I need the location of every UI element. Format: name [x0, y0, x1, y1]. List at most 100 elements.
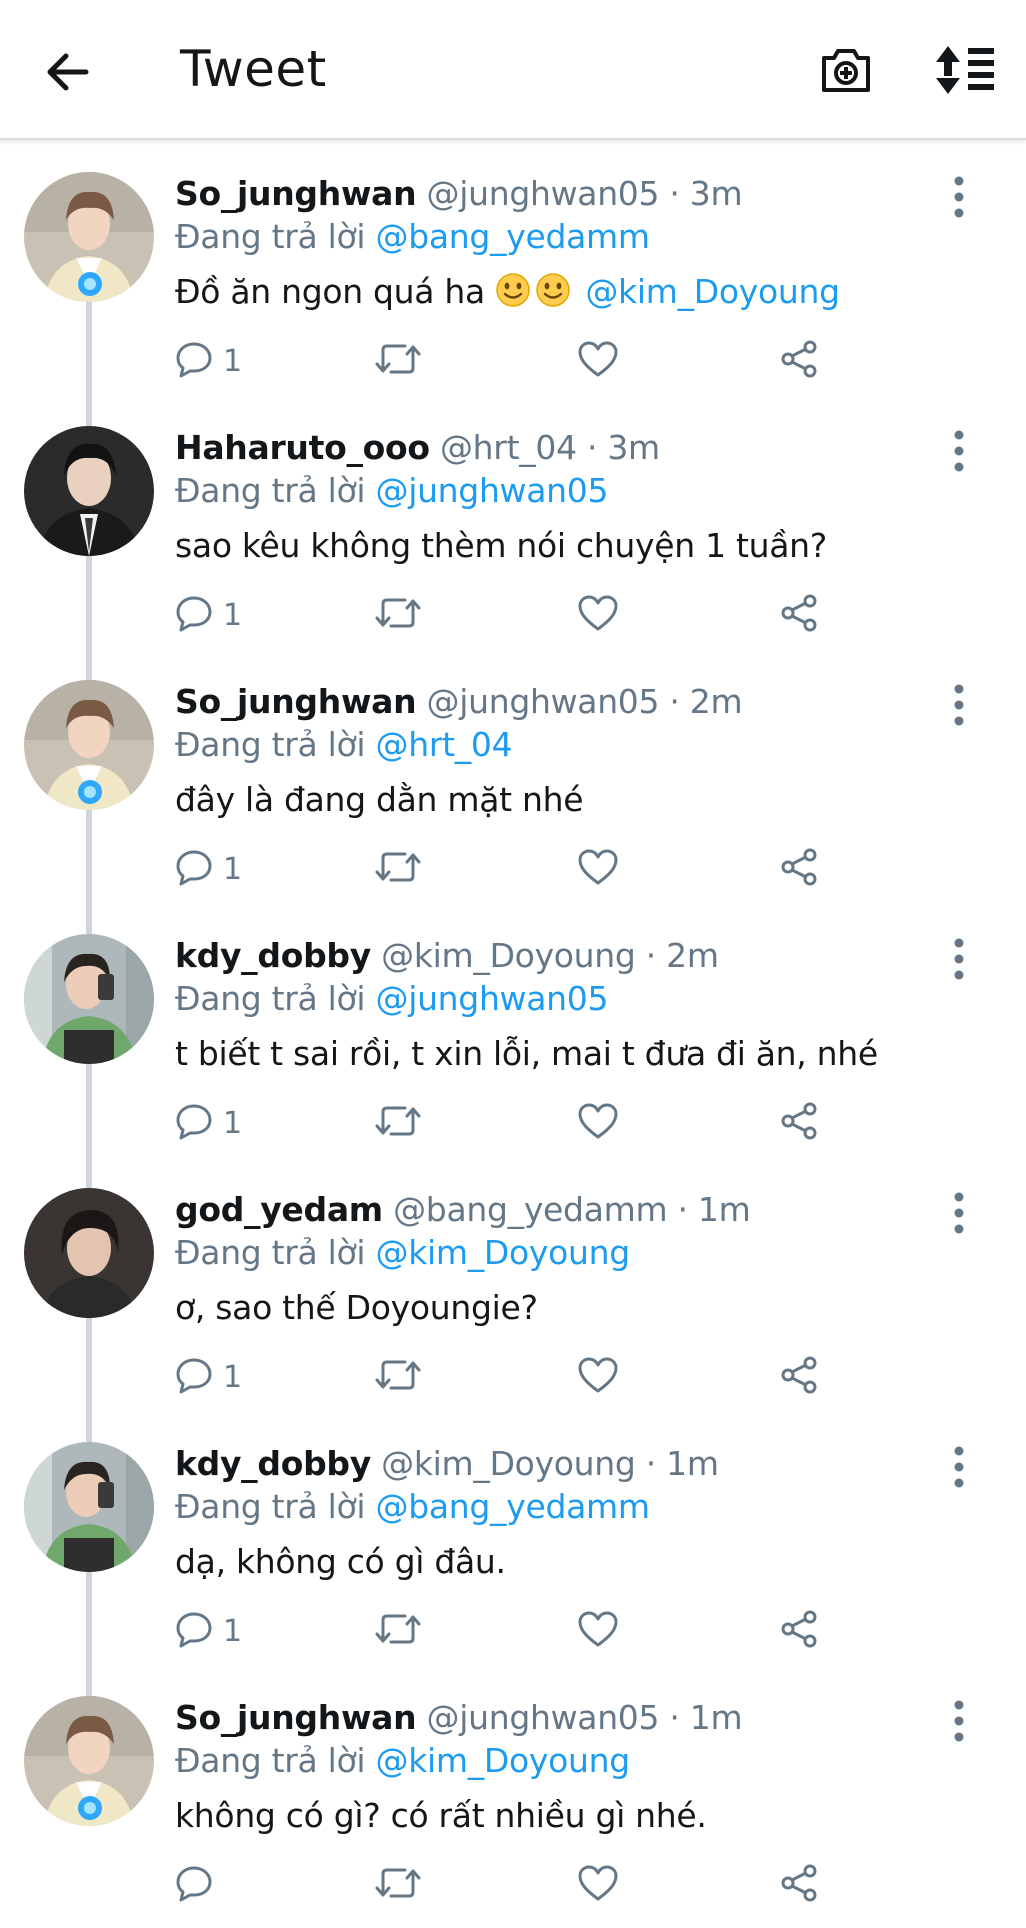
tweet-text: t biết t sai rồi, t xin lỗi, mai t đưa đ… [175, 1032, 935, 1076]
vertical-dots-icon [942, 1446, 976, 1496]
handle-and-time: @kim_Doyoung · 2m [381, 936, 719, 975]
tweet-actions: 1 [175, 1352, 835, 1402]
tweet-actions: 1 [175, 1098, 835, 1148]
reply-button[interactable]: 1 [175, 590, 242, 640]
reply-button[interactable]: 1 [175, 1352, 242, 1402]
avatar[interactable] [24, 172, 154, 302]
slightly-smiling-face-emoji [535, 272, 571, 319]
heart-icon [577, 594, 619, 637]
sort-button[interactable] [934, 44, 996, 96]
tweet-text-content: ơ, sao thế Doyoungie? [175, 1288, 538, 1327]
tweet-item[interactable]: So_junghwan @junghwan05 · 2m Đang trả lời… [0, 658, 1026, 934]
display-name[interactable]: god_yedam [175, 1190, 383, 1229]
more-options-button[interactable] [942, 1696, 976, 1746]
reply-thread: So_junghwan @junghwan05 · 3m Đang trả lời… [0, 150, 1026, 1928]
retweet-button[interactable] [375, 1860, 421, 1910]
tweet-header: So_junghwan @junghwan05 · 3m [175, 172, 935, 216]
reply-button[interactable]: 1 [175, 1606, 242, 1656]
vertical-dots-icon [942, 1700, 976, 1750]
avatar[interactable] [24, 1442, 154, 1572]
more-options-button[interactable] [942, 426, 976, 476]
avatar[interactable] [24, 1188, 154, 1318]
back-button[interactable] [40, 44, 96, 100]
display-name[interactable]: kdy_dobby [175, 936, 371, 975]
like-button[interactable] [577, 1352, 619, 1402]
mention-link[interactable]: @kim_Doyoung [585, 272, 840, 311]
camera-button[interactable] [818, 42, 874, 98]
share-button[interactable] [779, 1606, 819, 1656]
replying-to: Đang trả lời @junghwan05 [175, 978, 935, 1020]
more-options-button[interactable] [942, 680, 976, 730]
share-button[interactable] [779, 590, 819, 640]
reply-count: 1 [223, 1105, 243, 1141]
more-options-button[interactable] [942, 934, 976, 984]
replying-to-handle[interactable]: @junghwan05 [376, 979, 609, 1018]
like-button[interactable] [577, 844, 619, 894]
replying-to-handle[interactable]: @junghwan05 [376, 471, 609, 510]
page-title: Tweet [180, 40, 327, 98]
tweet-text-content: dạ, không có gì đâu. [175, 1542, 506, 1581]
like-button[interactable] [577, 1606, 619, 1656]
display-name[interactable]: So_junghwan [175, 1698, 417, 1737]
avatar[interactable] [24, 426, 154, 556]
display-name[interactable]: So_junghwan [175, 174, 417, 213]
share-icon [779, 1863, 819, 1908]
replying-to-handle[interactable]: @hrt_04 [376, 725, 513, 764]
share-button[interactable] [779, 844, 819, 894]
tweet-item[interactable]: kdy_dobby @kim_Doyoung · 2m Đang trả lời … [0, 912, 1026, 1188]
tweet-header: So_junghwan @junghwan05 · 1m [175, 1696, 935, 1740]
replying-to: Đang trả lời @junghwan05 [175, 470, 935, 512]
handle-and-time: @junghwan05 · 3m [426, 174, 743, 213]
comment-icon [175, 340, 213, 383]
more-options-button[interactable] [942, 1188, 976, 1238]
retweet-button[interactable] [375, 1352, 421, 1402]
retweet-button[interactable] [375, 844, 421, 894]
like-button[interactable] [577, 336, 619, 386]
share-button[interactable] [779, 1860, 819, 1910]
comment-icon [175, 1864, 213, 1907]
more-options-button[interactable] [942, 172, 976, 222]
reply-button[interactable] [175, 1860, 223, 1910]
replying-to-handle[interactable]: @bang_yedamm [376, 217, 651, 256]
tweet-item[interactable]: Haharuto_ooo @hrt_04 · 3m Đang trả lời @j… [0, 404, 1026, 680]
tweet-item[interactable]: So_junghwan @junghwan05 · 3m Đang trả lời… [0, 150, 1026, 426]
avatar[interactable] [24, 680, 154, 810]
tweet-item[interactable]: So_junghwan @junghwan05 · 1m Đang trả lời… [0, 1674, 1026, 1928]
avatar[interactable] [24, 934, 154, 1064]
share-button[interactable] [779, 336, 819, 386]
replying-to-label: Đang trả lời [175, 1741, 366, 1780]
tweet-text-content: sao kêu không thèm nói chuyện 1 tuần? [175, 526, 827, 565]
tweet-item[interactable]: god_yedam @bang_yedamm · 1m Đang trả lời … [0, 1166, 1026, 1442]
replying-to: Đang trả lời @bang_yedamm [175, 1486, 935, 1528]
retweet-button[interactable] [375, 590, 421, 640]
tweet-body: kdy_dobby @kim_Doyoung · 2m Đang trả lời … [175, 934, 935, 1076]
heart-icon [577, 1102, 619, 1145]
replying-to-handle[interactable]: @bang_yedamm [376, 1487, 651, 1526]
like-button[interactable] [577, 1860, 619, 1910]
like-button[interactable] [577, 1098, 619, 1148]
like-button[interactable] [577, 590, 619, 640]
comment-icon [175, 1610, 213, 1653]
replying-to-handle[interactable]: @kim_Doyoung [376, 1741, 631, 1780]
reply-button[interactable]: 1 [175, 1098, 242, 1148]
retweet-button[interactable] [375, 1098, 421, 1148]
replying-to-handle[interactable]: @kim_Doyoung [376, 1233, 631, 1272]
tweet-body: god_yedam @bang_yedamm · 1m Đang trả lời … [175, 1188, 935, 1330]
share-icon [779, 847, 819, 892]
more-options-button[interactable] [942, 1442, 976, 1492]
reply-button[interactable]: 1 [175, 336, 242, 386]
retweet-icon [375, 1610, 421, 1653]
display-name[interactable]: Haharuto_ooo [175, 428, 430, 467]
avatar[interactable] [24, 1696, 154, 1826]
comment-icon [175, 594, 213, 637]
tweet-text: sao kêu không thèm nói chuyện 1 tuần? [175, 524, 935, 568]
retweet-button[interactable] [375, 336, 421, 386]
display-name[interactable]: kdy_dobby [175, 1444, 371, 1483]
reply-button[interactable]: 1 [175, 844, 242, 894]
handle-and-time: @bang_yedamm · 1m [393, 1190, 751, 1229]
display-name[interactable]: So_junghwan [175, 682, 417, 721]
tweet-item[interactable]: kdy_dobby @kim_Doyoung · 1m Đang trả lời … [0, 1420, 1026, 1696]
share-button[interactable] [779, 1098, 819, 1148]
share-button[interactable] [779, 1352, 819, 1402]
retweet-button[interactable] [375, 1606, 421, 1656]
